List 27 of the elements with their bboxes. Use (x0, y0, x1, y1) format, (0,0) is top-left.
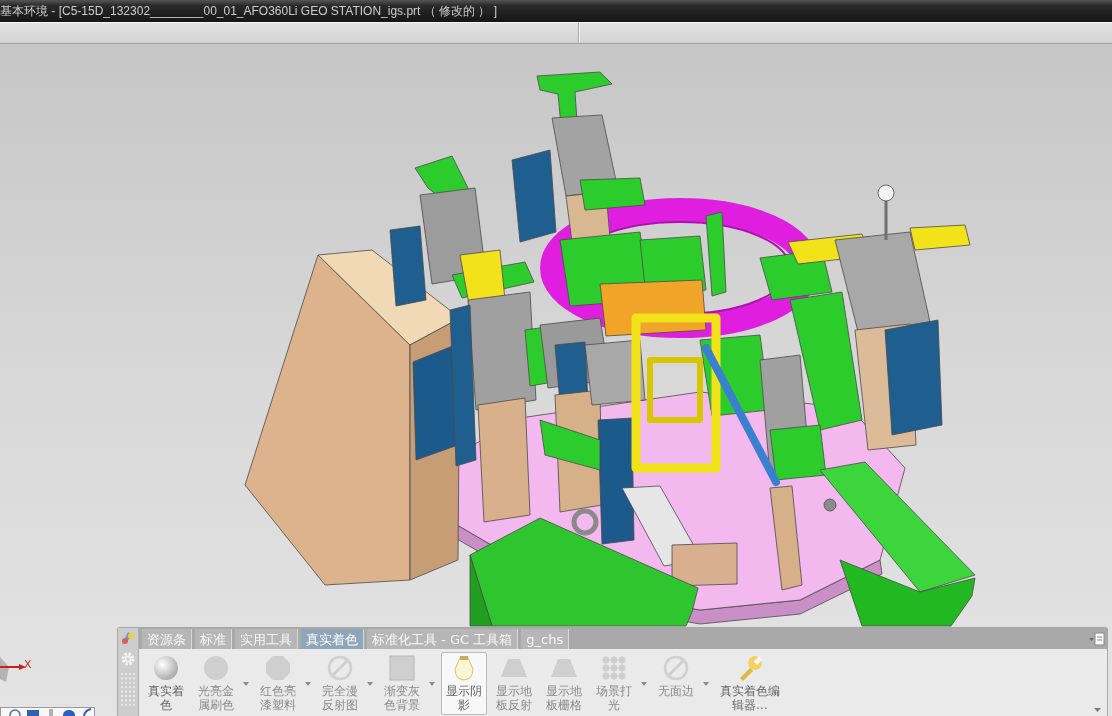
ring-icon[interactable] (9, 708, 21, 716)
toolbar-tab[interactable]: 标准化工具 - GC 工具箱 (367, 629, 519, 649)
no-entry-icon (327, 655, 353, 681)
toolbar-tab[interactable]: 真实着色 (301, 629, 364, 649)
toolbar-tab[interactable]: 标准 (195, 629, 232, 649)
ribbon-options-icon[interactable] (1089, 631, 1105, 647)
disc-icon (203, 655, 229, 681)
arc-icon[interactable] (81, 708, 93, 716)
palette-icon[interactable] (120, 630, 136, 646)
caret-icon[interactable] (1094, 708, 1101, 712)
shading-button[interactable]: 显示阴影 (441, 652, 487, 715)
block-icon[interactable] (27, 708, 39, 716)
dot-grid-icon[interactable] (120, 672, 136, 708)
shading-button[interactable]: 真实着色 (143, 652, 189, 715)
lamp-icon (451, 655, 477, 681)
dots-icon (601, 655, 627, 681)
toolbar-tab[interactable]: g_chs (521, 629, 570, 649)
no-entry-icon (663, 655, 689, 681)
sphere-icon (153, 655, 179, 681)
window-title: 基本环境 - [C5-15D_132302________00_01_AFO360Li GEO STATION_igs.prt （ 修改的 ） ] (0, 2, 498, 20)
shading-button[interactable]: 真实着色编辑器... (715, 652, 785, 715)
toolbar-tab[interactable]: 实用工具 (235, 629, 298, 649)
square-icon (389, 655, 415, 681)
axis-label: X (24, 658, 32, 671)
settings-icon[interactable] (120, 651, 136, 667)
toolbar-tab[interactable]: 资源条 (142, 629, 192, 649)
octagon-icon (265, 655, 291, 681)
